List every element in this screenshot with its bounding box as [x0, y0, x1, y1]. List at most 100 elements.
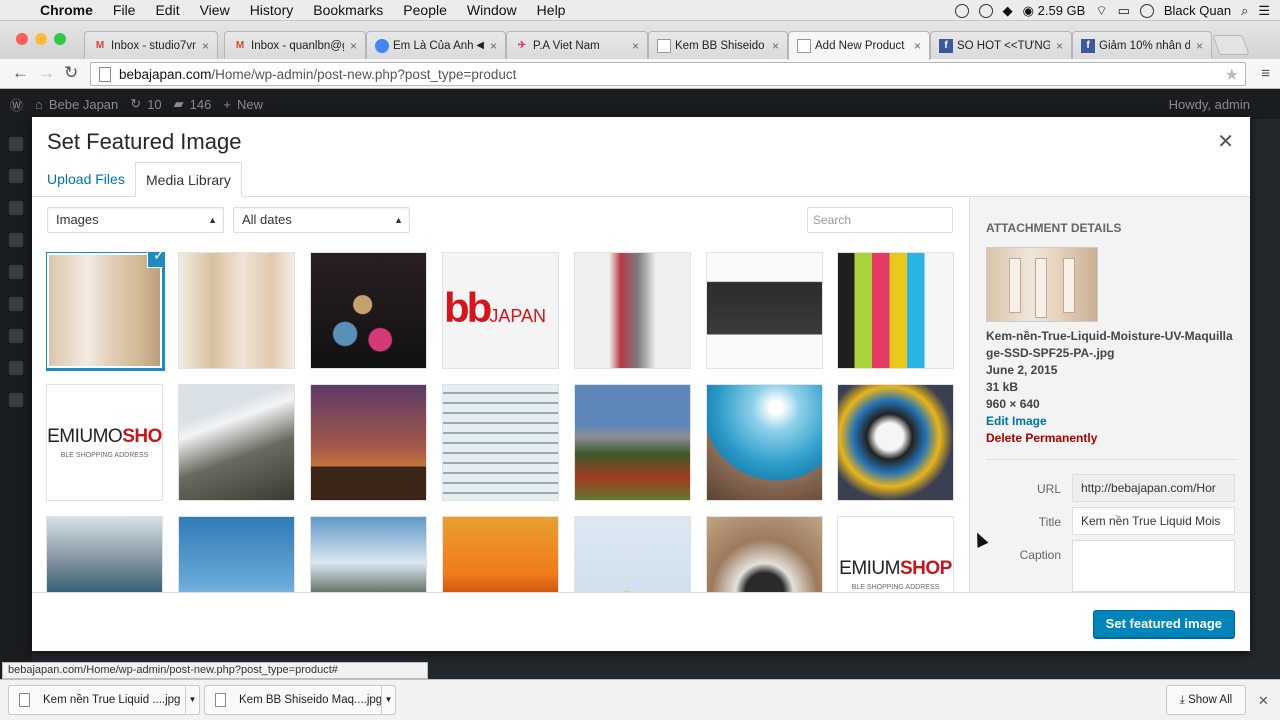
attachment-thumbnail[interactable]: [837, 384, 954, 501]
tab-close-icon[interactable]: ×: [632, 39, 639, 53]
check-icon[interactable]: ✓: [147, 252, 163, 268]
browser-tab[interactable]: ✈ P.A Viet Nam ×: [506, 31, 648, 59]
attachment-thumbnail[interactable]: [574, 516, 691, 592]
download-item[interactable]: Kem BB Shiseido Maq....jpg ▼: [204, 685, 396, 715]
list-icon[interactable]: ☰: [1258, 3, 1270, 19]
comments-link[interactable]: ▰ 146: [174, 96, 212, 112]
dropdown-arrow-icon[interactable]: ▼: [381, 686, 395, 714]
show-all-downloads-button[interactable]: ⤓ Show All: [1166, 685, 1246, 715]
attachment-thumbnail[interactable]: EMIUMOSHO BLE SHOPPING ADDRESS: [46, 384, 163, 501]
wifi-icon[interactable]: ⌔: [1095, 3, 1107, 19]
tab-media-library[interactable]: Media Library: [135, 162, 242, 197]
forward-icon[interactable]: →: [38, 63, 55, 83]
close-icon[interactable]: ✕: [1258, 693, 1269, 709]
reload-icon[interactable]: ↻: [64, 63, 78, 83]
delete-permanently-link[interactable]: Delete Permanently: [986, 430, 1236, 447]
attachment-thumbnail[interactable]: [706, 384, 823, 501]
menu-icon[interactable]: [9, 265, 23, 279]
tab-close-icon[interactable]: ×: [1196, 39, 1203, 53]
new-tab-button[interactable]: [1212, 35, 1250, 55]
attachment-thumbnail[interactable]: [310, 252, 427, 369]
new-content-link[interactable]: + New: [223, 97, 263, 112]
bubble-icon[interactable]: [978, 3, 993, 18]
browser-tab[interactable]: M Inbox - quanlbn@g ×: [224, 31, 366, 59]
browser-tab[interactable]: f Giảm 10% nhân dị ×: [1072, 31, 1212, 59]
browser-tab[interactable]: M Inbox - studio7vn ×: [84, 31, 218, 59]
attachment-thumbnail[interactable]: bbJAPAN: [442, 252, 559, 369]
url-field[interactable]: http://bebajapan.com/Hor: [1072, 474, 1235, 502]
menu-app-name[interactable]: Chrome: [40, 2, 93, 18]
tab-close-icon[interactable]: ×: [1056, 39, 1063, 53]
attachment-thumbnail[interactable]: [310, 516, 427, 592]
zoom-window-icon[interactable]: [54, 33, 66, 45]
menu-window[interactable]: Window: [467, 2, 517, 18]
menu-icon[interactable]: [9, 297, 23, 311]
attachment-thumbnail[interactable]: [442, 384, 559, 501]
attachment-thumbnail[interactable]: [574, 384, 691, 501]
attachment-thumbnail[interactable]: [178, 252, 295, 369]
media-type-select[interactable]: Images ▲: [47, 207, 224, 233]
attachment-thumbnail[interactable]: [178, 384, 295, 501]
menu-view[interactable]: View: [200, 2, 230, 18]
menu-bookmarks[interactable]: Bookmarks: [313, 2, 383, 18]
updates-link[interactable]: ↻ 10: [130, 96, 161, 112]
browser-tab[interactable]: f SO HOT <<TƯNG ×: [930, 31, 1072, 59]
memory-icon[interactable]: ◉ 2.59 GB: [1023, 3, 1086, 19]
media-search-input[interactable]: Search: [807, 207, 953, 233]
date-filter-select[interactable]: All dates ▲: [233, 207, 410, 233]
title-field[interactable]: Kem nền True Liquid Mois: [1072, 507, 1235, 535]
menu-icon[interactable]: [9, 393, 23, 407]
tab-close-icon[interactable]: ×: [772, 39, 779, 53]
menu-file[interactable]: File: [113, 2, 136, 18]
audio-icon[interactable]: ◀: [476, 40, 484, 51]
edit-image-link[interactable]: Edit Image: [986, 413, 1236, 430]
close-icon[interactable]: ✕: [1217, 129, 1234, 154]
menu-icon[interactable]: [9, 201, 23, 215]
menu-history[interactable]: History: [250, 2, 294, 18]
attachment-thumbnail[interactable]: [46, 516, 163, 592]
browser-tab-active[interactable]: Add New Product ×: [788, 31, 930, 60]
menu-icon[interactable]: [9, 169, 23, 183]
spotlight-icon[interactable]: ⌕: [1241, 3, 1248, 19]
attachment-thumbnail[interactable]: EMIUMSHOP BLE SHOPPING ADDRESS: [837, 516, 954, 592]
user-name[interactable]: Black Quan: [1164, 3, 1231, 18]
set-featured-image-button[interactable]: Set featured image: [1092, 610, 1235, 638]
attachment-thumbnail[interactable]: [574, 252, 691, 369]
tab-close-icon[interactable]: ×: [350, 39, 357, 53]
attachment-thumbnail[interactable]: [442, 516, 559, 592]
menu-people[interactable]: People: [403, 2, 447, 18]
dropbox-icon[interactable]: ◆: [1003, 3, 1013, 19]
attachment-thumbnail[interactable]: [706, 252, 823, 369]
menu-help[interactable]: Help: [537, 2, 566, 18]
caption-field[interactable]: [1072, 540, 1235, 592]
tab-close-icon[interactable]: ×: [914, 39, 921, 53]
attachment-thumbnail[interactable]: [706, 516, 823, 592]
menu-icon[interactable]: [9, 233, 23, 247]
menu-icon[interactable]: [9, 329, 23, 343]
dropdown-arrow-icon[interactable]: ▼: [185, 686, 199, 714]
howdy-account[interactable]: Howdy, admin: [1169, 97, 1250, 112]
wordpress-logo-icon[interactable]: Ⓦ: [10, 95, 23, 114]
tab-close-icon[interactable]: ×: [202, 39, 209, 53]
minimize-window-icon[interactable]: [35, 33, 47, 45]
tab-upload-files[interactable]: Upload Files: [37, 162, 135, 197]
attachment-thumbnail[interactable]: [837, 252, 954, 369]
download-item[interactable]: Kem nền True Liquid ....jpg ▼: [8, 685, 200, 715]
tab-close-icon[interactable]: ×: [490, 39, 497, 53]
attachment-thumbnail[interactable]: [178, 516, 295, 592]
record-icon[interactable]: [954, 3, 969, 18]
menu-edit[interactable]: Edit: [155, 2, 179, 18]
site-name-link[interactable]: ⌂ Bebe Japan: [35, 97, 118, 112]
attachment-thumbnail-selected[interactable]: ✓: [46, 252, 165, 371]
close-window-icon[interactable]: [16, 33, 28, 45]
bookmark-star-icon[interactable]: ★: [1225, 65, 1239, 85]
menu-icon[interactable]: [9, 361, 23, 375]
clock-icon[interactable]: [1139, 3, 1154, 18]
address-bar[interactable]: bebajapan.com/Home/wp-admin/post-new.php…: [90, 62, 1246, 86]
back-icon[interactable]: ←: [12, 63, 29, 83]
chrome-menu-icon[interactable]: ≡: [1261, 65, 1270, 82]
attachment-thumbnail[interactable]: [310, 384, 427, 501]
battery-icon[interactable]: ▭: [1118, 3, 1130, 19]
menu-icon[interactable]: [9, 137, 23, 151]
browser-tab[interactable]: Em Là Của Anh ◀ ×: [366, 31, 506, 59]
